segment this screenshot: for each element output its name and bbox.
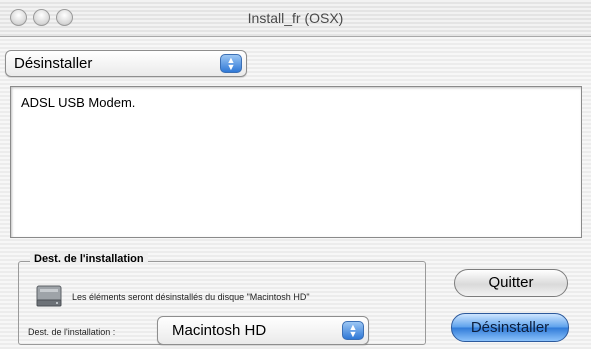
action-popup-label: Désinstaller bbox=[14, 55, 93, 72]
uninstall-info-text: Les éléments seront désinstallés du disq… bbox=[72, 292, 310, 302]
destination-group-title: Dest. de l'installation bbox=[30, 253, 148, 265]
popup-arrow-icon: ▲ ▼ bbox=[342, 321, 364, 340]
title-bar[interactable]: Install_fr (OSX) bbox=[0, 0, 591, 37]
list-item[interactable]: ADSL USB Modem. bbox=[21, 95, 135, 110]
window-title: Install_fr (OSX) bbox=[247, 10, 344, 26]
destination-field-label: Dest. de l'installation : bbox=[28, 327, 116, 337]
quit-button[interactable]: Quitter bbox=[454, 269, 568, 297]
uninstall-button[interactable]: Désinstaller bbox=[451, 313, 569, 342]
destination-popup[interactable]: Macintosh HD ▲ ▼ bbox=[157, 316, 369, 345]
popup-arrow-icon: ▲ ▼ bbox=[220, 54, 242, 73]
hard-disk-icon bbox=[36, 285, 62, 307]
package-list[interactable]: ADSL USB Modem. bbox=[10, 86, 582, 238]
destination-popup-label: Macintosh HD bbox=[172, 322, 267, 339]
action-popup[interactable]: Désinstaller ▲ ▼ bbox=[5, 50, 247, 77]
